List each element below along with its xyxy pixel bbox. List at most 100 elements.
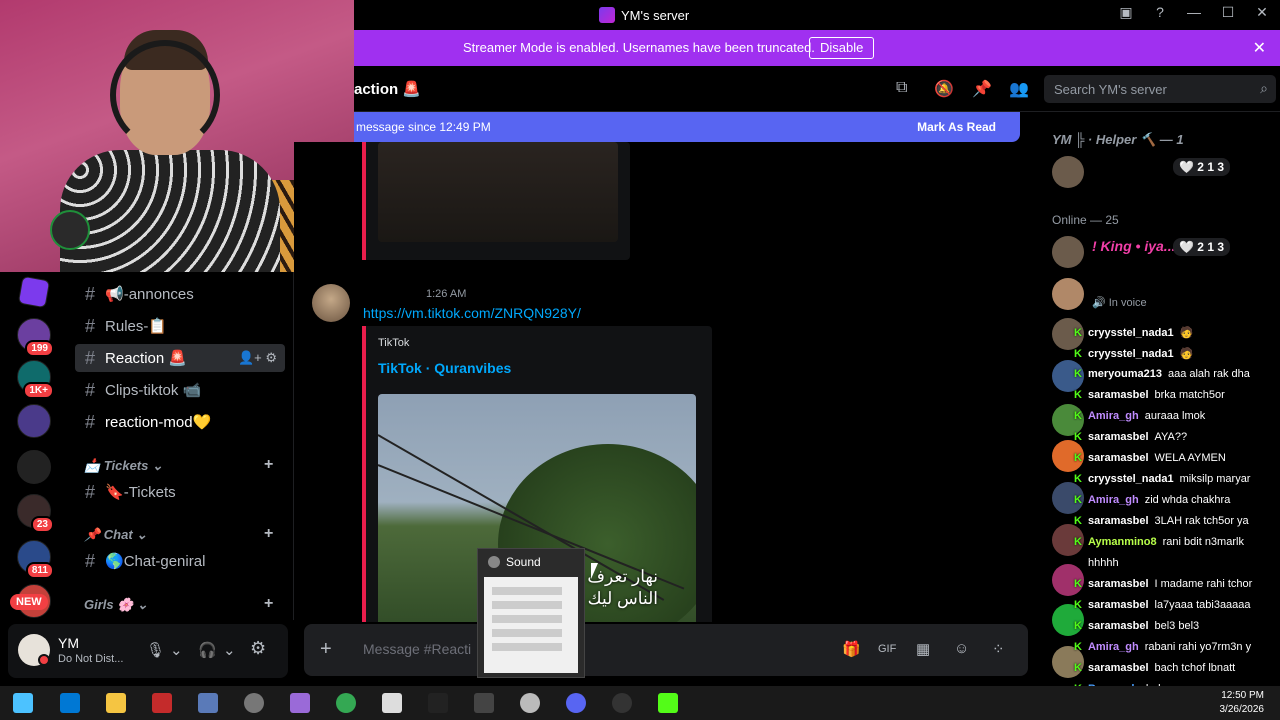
maximize-button[interactable]: ☐ (1220, 4, 1236, 21)
minimize-button[interactable]: — (1186, 4, 1202, 21)
file-explorer-icon[interactable] (106, 693, 126, 713)
channel-annonces[interactable]: # 📢-annonces (75, 280, 285, 308)
kick-icon[interactable] (658, 693, 678, 713)
embed-image[interactable] (378, 142, 618, 242)
apps-icon[interactable]: ⁘ (992, 640, 1005, 658)
threads-icon[interactable]: ⧉ (896, 79, 907, 97)
kick-icon: K (1074, 389, 1082, 401)
guild-icon[interactable] (17, 404, 51, 438)
message-link[interactable]: https://vm.tiktok.com/ZNRQN928Y/ (363, 305, 581, 321)
channel-reaction[interactable]: # Reaction 🚨 👤+ ⚙ (75, 344, 285, 372)
member-name[interactable]: ! King • iya... (1092, 238, 1175, 254)
system-clock[interactable]: 12:50 PM 3/26/2026 (1220, 689, 1265, 717)
chat-overlay-message: K Amira_gh zid whda chakhra (1074, 494, 1230, 506)
pin-icon[interactable]: 📌 (972, 79, 992, 99)
chat-overlay-message: Ksaramasbel brka match5or (1074, 389, 1225, 401)
kick-icon: K (1074, 452, 1082, 464)
app-icon[interactable] (428, 693, 448, 713)
windows-start-icon[interactable] (13, 693, 33, 713)
members-icon[interactable]: 👥 (1009, 79, 1029, 99)
guild-icon[interactable]: 811 (17, 540, 54, 579)
app-icon[interactable] (474, 693, 494, 713)
hash-icon: # (85, 481, 96, 502)
headset-icon (110, 40, 220, 150)
embed-provider: TikTok (378, 337, 410, 349)
guild-icon[interactable]: 1K+ (17, 360, 54, 399)
close-banner-icon[interactable]: ✕ (1253, 38, 1266, 58)
invite-settings-icon[interactable]: 👤+ ⚙ (238, 350, 277, 366)
guild-icon[interactable]: 199 (17, 318, 54, 357)
help-icon[interactable]: ? (1152, 4, 1168, 21)
avatar[interactable] (1052, 236, 1084, 268)
chat-overlay-text: miksilp maryar (1179, 473, 1251, 485)
add-attachment-icon[interactable]: + (320, 638, 332, 661)
hash-icon: # (85, 283, 96, 304)
chat-overlay-text: AYA?? (1154, 431, 1188, 443)
microphone-icon[interactable]: 🎙 (146, 641, 165, 659)
chat-overlay-text: auraaa lmok (1144, 410, 1206, 422)
discord-home-icon[interactable] (17, 275, 51, 309)
avatar[interactable] (312, 284, 350, 322)
dnd-status-icon (38, 654, 50, 666)
close-button[interactable]: ✕ (1254, 4, 1270, 21)
guild-icon[interactable]: 23 (17, 494, 54, 533)
store-icon[interactable] (60, 693, 80, 713)
obs-icon[interactable] (244, 693, 264, 713)
kick-icon: K (1074, 473, 1082, 485)
chat-overlay-user: saramasbel (1087, 662, 1149, 674)
app-icon[interactable] (612, 693, 632, 713)
gear-icon[interactable]: ⚙ (250, 638, 266, 659)
guild-icon[interactable] (17, 450, 51, 484)
emoji-icon[interactable]: ☺ (954, 640, 969, 657)
voicemod-icon[interactable] (152, 693, 172, 713)
chat-overlay-user: saramasbel (1087, 452, 1149, 464)
app-icon[interactable] (520, 693, 540, 713)
category-tickets[interactable]: 📩 Tickets ⌄ + (84, 456, 273, 474)
hash-icon: # (85, 550, 96, 571)
headphones-icon[interactable]: 🎧 (198, 641, 217, 659)
new-messages-bar[interactable]: message since 12:49 PM Mark As Read (354, 112, 1020, 142)
notepad-icon[interactable] (382, 693, 402, 713)
avatar[interactable] (1052, 278, 1084, 310)
chat-overlay-message: Kcryysstel_nada1 🧑 (1074, 326, 1194, 339)
disable-streamer-button[interactable]: Disable (809, 37, 875, 59)
kick-icon: K (1074, 662, 1082, 674)
sound-window-preview[interactable]: Sound (477, 548, 585, 678)
discord-icon[interactable] (566, 693, 586, 713)
app-icon[interactable] (198, 693, 218, 713)
gift-icon[interactable]: 🎁 (842, 640, 861, 658)
category-chat[interactable]: 📌 Chat ⌄ + (84, 525, 273, 543)
add-channel-icon[interactable]: + (264, 456, 273, 474)
sound-panel-thumbnail (484, 577, 578, 673)
message-input[interactable]: Message #Reacti (363, 641, 471, 657)
server-icon (599, 7, 615, 23)
chat-overlay-user: saramasbel (1087, 389, 1149, 401)
channel-list: # 📢-annonces # Rules-📋 # Reaction 🚨 👤+ ⚙ # Cl… (70, 272, 294, 620)
channel-chat-geniral[interactable]: # 🌎Chat-geniral (75, 547, 285, 575)
chat-overlay-message: Ksaramasbel AYA?? (1074, 431, 1188, 443)
sticker-icon[interactable]: ▦ (916, 640, 930, 658)
category-girls[interactable]: Girls 🌸 ⌄ + (84, 595, 273, 613)
mark-as-read-button[interactable]: Mark As Read (917, 120, 996, 134)
chevron-down-icon[interactable]: ⌄ (170, 641, 183, 659)
channel-rules[interactable]: # Rules-📋 (75, 312, 285, 340)
avatar[interactable] (1052, 156, 1084, 188)
window-titlebar: YM's server ▣ ? — ☐ ✕ (354, 0, 1280, 30)
chevron-down-icon[interactable]: ⌄ (223, 641, 236, 659)
add-channel-icon[interactable]: + (264, 525, 273, 543)
chat-overlay-text: 🧑 (1179, 327, 1194, 339)
channel-clips-tiktok[interactable]: # Clips-tiktok 📹 (75, 376, 285, 404)
embed-title[interactable]: TikTok · Quranvibes (378, 360, 511, 376)
chat-overlay-text: aaa alah rak dha (1167, 368, 1250, 380)
inbox-icon[interactable]: ▣ (1118, 4, 1134, 21)
app-icon[interactable] (290, 693, 310, 713)
hash-icon: # (85, 379, 96, 400)
channel-reaction-mod[interactable]: # reaction-mod💛 (75, 408, 285, 436)
chrome-icon[interactable] (336, 693, 356, 713)
add-channel-icon[interactable]: + (264, 595, 273, 613)
channel-tickets[interactable]: # 🔖-Tickets (75, 478, 285, 506)
notification-bell-icon[interactable]: 🔕 (934, 79, 954, 99)
gif-icon[interactable]: GIF (878, 643, 896, 655)
chat-overlay-text: bel3 bel3 (1154, 620, 1200, 632)
search-input[interactable]: Search YM's server ⌕ (1044, 75, 1276, 103)
